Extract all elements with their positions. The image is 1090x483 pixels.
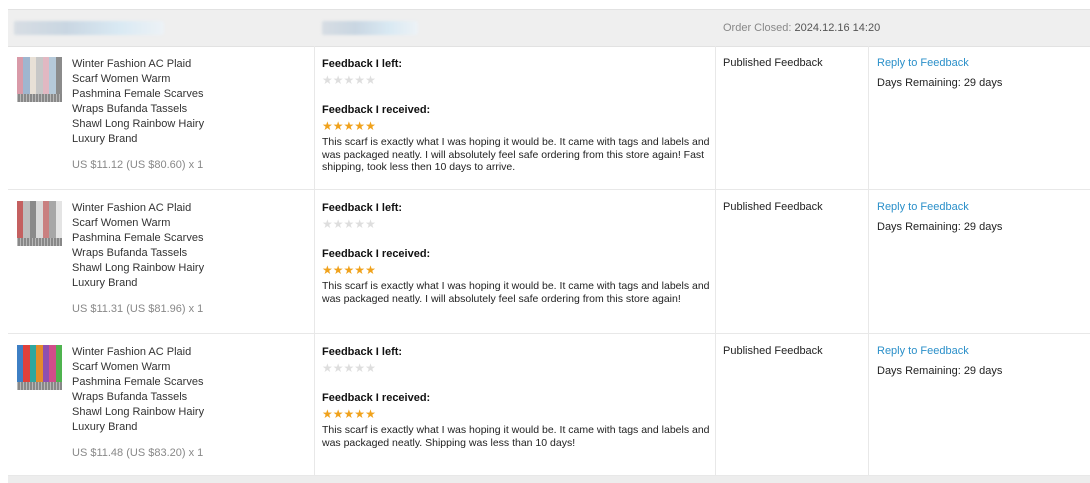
star-icon: ★ (322, 73, 333, 87)
product-price: US $11.31 (US $81.96) x 1 (72, 303, 204, 315)
star-icon: ★ (332, 263, 344, 277)
column-divider (715, 190, 716, 333)
star-icon: ★ (322, 361, 333, 375)
order-item-row: Winter Fashion AC Plaid Scarf Women Warm… (8, 334, 1090, 476)
product-thumbnail[interactable] (17, 201, 62, 246)
feedback-block: Feedback I left: ★★★★★ Feedback I receiv… (322, 345, 712, 449)
feedback-received-text: This scarf is exactly what I was hoping … (322, 136, 710, 173)
feedback-received-heading: Feedback I received: (322, 104, 431, 116)
feedback-block: Feedback I left: ★★★★★ Feedback I receiv… (322, 57, 712, 174)
star-icon: ★ (332, 217, 344, 231)
feedback-status: Published Feedback (723, 57, 823, 69)
feedback-received-stars: ★★★★★ (322, 407, 712, 421)
thumbnail-stripe (55, 345, 62, 384)
feedback-received-stars: ★★★★★ (322, 263, 712, 277)
feedback-left-stars: ★★★★★ (322, 73, 712, 87)
star-icon: ★ (365, 73, 376, 87)
column-divider (314, 334, 315, 475)
product-title[interactable]: Winter Fashion AC Plaid Scarf Women Warm… (72, 57, 212, 147)
star-icon: ★ (322, 263, 333, 277)
feedback-left-heading: Feedback I left: (322, 202, 403, 214)
star-icon: ★ (365, 217, 376, 231)
feedback-left-stars: ★★★★★ (322, 217, 712, 231)
star-icon: ★ (343, 73, 355, 87)
product-thumbnail[interactable] (17, 345, 62, 390)
feedback-status: Published Feedback (723, 201, 823, 213)
order-page: Order Closed: 2024.12.16 14:20 Winter Fa… (0, 0, 1090, 483)
star-icon: ★ (343, 361, 355, 375)
feedback-received-heading: Feedback I received: (322, 392, 431, 404)
column-divider (868, 334, 869, 475)
star-icon: ★ (354, 217, 366, 231)
order-item-row: Winter Fashion AC Plaid Scarf Women Warm… (8, 46, 1090, 190)
feedback-received-heading: Feedback I received: (322, 248, 431, 260)
star-icon: ★ (365, 119, 376, 133)
column-divider (314, 190, 315, 333)
star-icon: ★ (343, 407, 355, 421)
feedback-left-heading: Feedback I left: (322, 58, 403, 70)
column-divider (715, 334, 716, 475)
star-icon: ★ (365, 407, 376, 421)
days-remaining: Days Remaining: 29 days (877, 365, 1003, 377)
feedback-left-stars: ★★★★★ (322, 361, 712, 375)
star-icon: ★ (332, 361, 344, 375)
thumbnail-fringe (17, 382, 62, 390)
star-icon: ★ (354, 119, 366, 133)
thumbnail-fringe (17, 238, 62, 246)
thumbnail-stripe (55, 57, 62, 96)
feedback-block: Feedback I left: ★★★★★ Feedback I receiv… (322, 201, 712, 305)
product-title[interactable]: Winter Fashion AC Plaid Scarf Women Warm… (72, 345, 212, 435)
column-divider (868, 190, 869, 333)
star-icon: ★ (365, 263, 376, 277)
redacted-store-name (14, 21, 164, 35)
star-icon: ★ (354, 361, 366, 375)
star-icon: ★ (354, 407, 366, 421)
order-closed-info: Order Closed: 2024.12.16 14:20 (723, 10, 880, 46)
star-icon: ★ (343, 119, 355, 133)
star-icon: ★ (322, 119, 333, 133)
order-header: Order Closed: 2024.12.16 14:20 (8, 9, 1090, 47)
product-title[interactable]: Winter Fashion AC Plaid Scarf Women Warm… (72, 201, 212, 291)
thumbnail-stripe (55, 201, 62, 240)
column-divider (715, 46, 716, 189)
days-remaining: Days Remaining: 29 days (877, 221, 1003, 233)
feedback-received-text: This scarf is exactly what I was hoping … (322, 424, 710, 449)
feedback-left-heading: Feedback I left: (322, 346, 403, 358)
star-icon: ★ (343, 263, 355, 277)
column-divider (314, 46, 315, 189)
star-icon: ★ (332, 73, 344, 87)
redacted-order-number (322, 21, 418, 35)
order-closed-value: 2024.12.16 14:20 (794, 22, 881, 34)
column-divider (868, 46, 869, 189)
reply-to-feedback-link[interactable]: Reply to Feedback (877, 345, 969, 357)
product-price: US $11.12 (US $80.60) x 1 (72, 159, 204, 171)
star-icon: ★ (365, 361, 376, 375)
feedback-received-text: This scarf is exactly what I was hoping … (322, 280, 710, 305)
feedback-received-stars: ★★★★★ (322, 119, 712, 133)
order-closed-label: Order Closed: (723, 22, 792, 34)
star-icon: ★ (332, 119, 344, 133)
reply-to-feedback-link[interactable]: Reply to Feedback (877, 201, 969, 213)
star-icon: ★ (354, 73, 366, 87)
days-remaining: Days Remaining: 29 days (877, 77, 1003, 89)
reply-to-feedback-link[interactable]: Reply to Feedback (877, 57, 969, 69)
product-thumbnail[interactable] (17, 57, 62, 102)
star-icon: ★ (354, 263, 366, 277)
product-price: US $11.48 (US $83.20) x 1 (72, 447, 204, 459)
thumbnail-fringe (17, 94, 62, 102)
bottom-divider-bar (8, 476, 1090, 483)
order-item-row: Winter Fashion AC Plaid Scarf Women Warm… (8, 190, 1090, 334)
star-icon: ★ (322, 407, 333, 421)
feedback-status: Published Feedback (723, 345, 823, 357)
star-icon: ★ (332, 407, 344, 421)
star-icon: ★ (343, 217, 355, 231)
star-icon: ★ (322, 217, 333, 231)
